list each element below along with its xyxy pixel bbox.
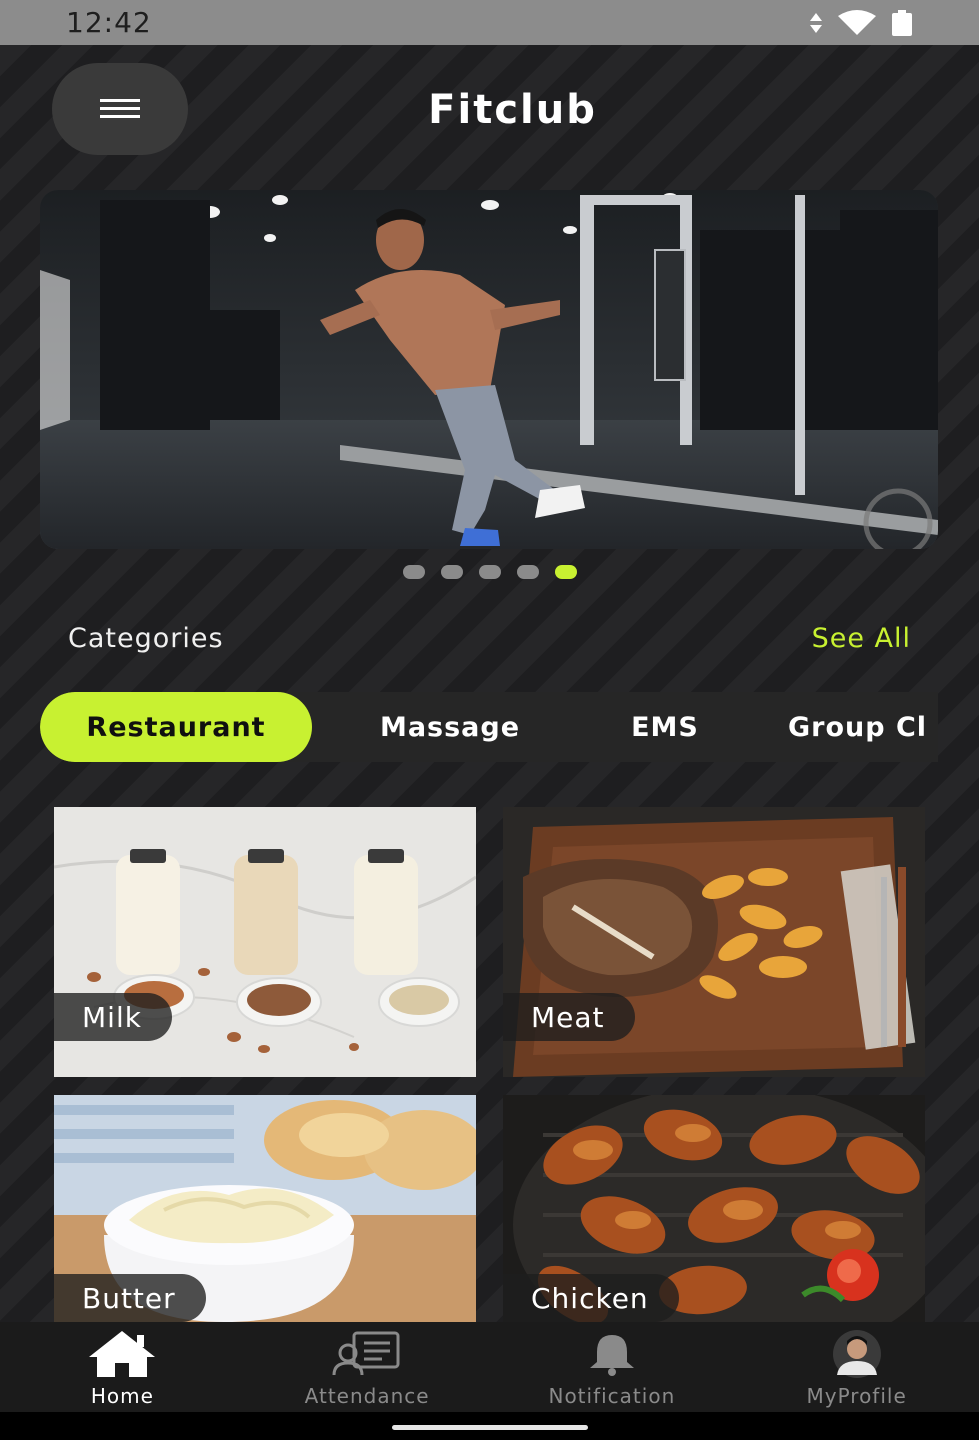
- home-icon: [89, 1331, 156, 1377]
- bottom-navigation: Home Attendance Notification MyProfile: [0, 1322, 979, 1412]
- item-label: Milk: [54, 993, 172, 1041]
- status-bar: 12:42: [0, 0, 979, 45]
- bell-icon: [589, 1335, 634, 1376]
- nav-label: Home: [90, 1384, 154, 1408]
- carousel-dots: [0, 565, 979, 579]
- see-all-link[interactable]: See All: [812, 623, 911, 654]
- attendance-icon: [332, 1331, 400, 1376]
- item-card-milk[interactable]: Milk: [54, 807, 476, 1077]
- status-icons: [809, 9, 913, 36]
- carousel-dot[interactable]: [478, 565, 501, 579]
- item-label: Butter: [54, 1274, 206, 1322]
- tab-massage[interactable]: Massage: [340, 692, 560, 762]
- nav-label: Attendance: [304, 1384, 430, 1408]
- item-card-chicken[interactable]: Chicken: [503, 1095, 925, 1322]
- battery-icon: [892, 9, 912, 36]
- nav-label: MyProfile: [806, 1384, 907, 1408]
- carousel-dot[interactable]: [402, 565, 425, 579]
- carousel-dot[interactable]: [440, 565, 463, 579]
- item-card-butter[interactable]: Butter: [54, 1095, 476, 1322]
- nav-home[interactable]: Home: [0, 1322, 245, 1412]
- nav-notification[interactable]: Notification: [490, 1322, 735, 1412]
- system-gesture-area: [0, 1412, 979, 1440]
- tab-group-classes[interactable]: Group Cl: [788, 692, 938, 762]
- category-tabs: Restaurant Massage EMS Group Cl: [40, 692, 938, 762]
- banner-carousel[interactable]: [40, 190, 938, 549]
- status-time: 12:42: [66, 6, 152, 39]
- item-card-meat[interactable]: Meat: [503, 807, 925, 1077]
- item-label: Meat: [503, 993, 635, 1041]
- gym-workout-image: [40, 190, 938, 549]
- tab-restaurant[interactable]: Restaurant: [40, 692, 312, 762]
- app-screen: Fitclub Categories See All Restaurant Ma…: [0, 45, 979, 1322]
- avatar: [832, 1330, 881, 1378]
- nav-label: Notification: [548, 1384, 676, 1408]
- data-arrows-icon: [810, 12, 822, 33]
- app-title: Fitclub: [428, 87, 597, 133]
- nav-myprofile[interactable]: MyProfile: [734, 1322, 979, 1412]
- tab-ems[interactable]: EMS: [600, 692, 730, 762]
- item-label: Chicken: [503, 1274, 679, 1322]
- carousel-dot[interactable]: [516, 565, 539, 579]
- carousel-dot-active[interactable]: [554, 565, 577, 579]
- categories-heading: Categories: [68, 623, 224, 654]
- wifi-icon: [838, 9, 876, 35]
- home-gesture-bar[interactable]: [392, 1425, 588, 1430]
- nav-attendance[interactable]: Attendance: [245, 1322, 490, 1412]
